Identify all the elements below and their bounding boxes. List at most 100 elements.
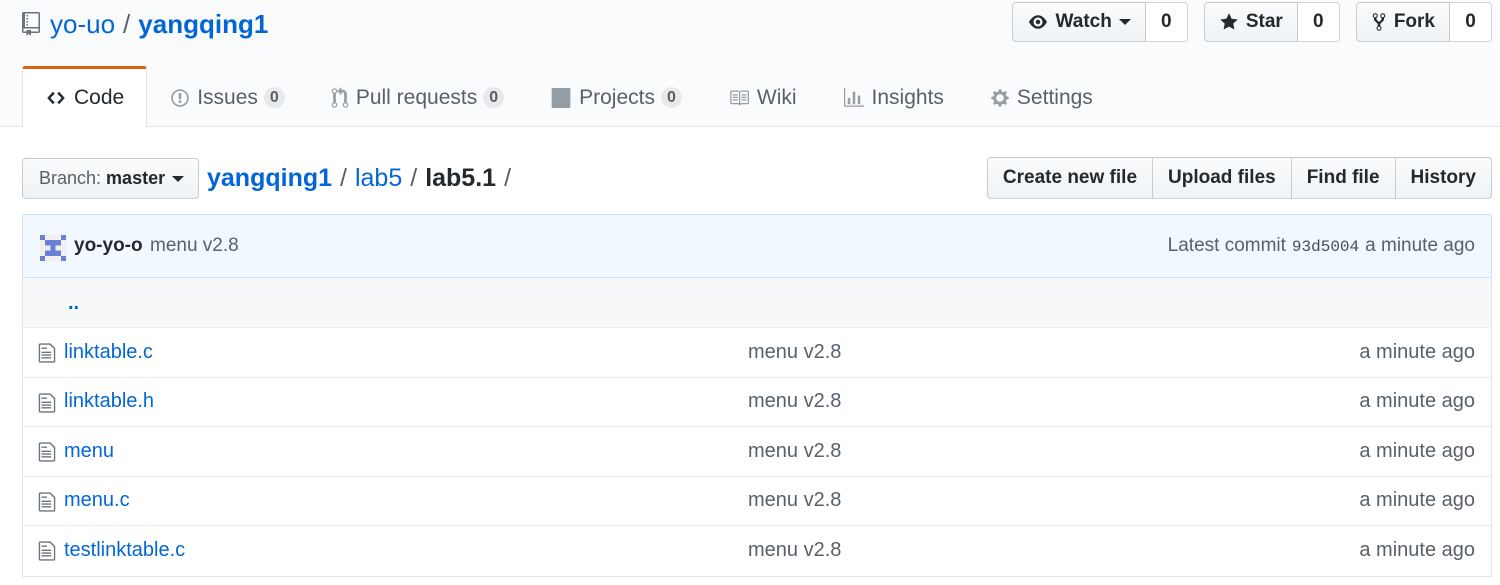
breadcrumb-separator: / — [504, 163, 512, 192]
tab-code-label: Code — [74, 86, 125, 109]
tab-projects-label: Projects — [579, 85, 655, 109]
repo-separator: / — [123, 8, 131, 39]
tab-settings-label: Settings — [1016, 85, 1093, 109]
fork-icon — [1371, 12, 1387, 32]
star-group: Star 0 — [1203, 2, 1340, 42]
fork-group: Fork 0 — [1355, 2, 1492, 42]
fork-label: Fork — [1393, 11, 1435, 32]
commit-age: a minute ago — [1365, 235, 1475, 256]
table-row: linktable.h menu v2.8 a minute ago — [23, 378, 1491, 427]
file-age: a minute ago — [1359, 439, 1475, 462]
repo-header: yo-uo / yangqing1 Watch 0 Star 0 Fork 0 — [0, 0, 1500, 128]
tab-pull-requests-label: Pull requests — [355, 85, 478, 109]
repo-name-link[interactable]: yangqing1 — [138, 9, 268, 40]
tab-insights-label: Insights — [871, 85, 944, 109]
commit-tease: yo-yo-o menu v2.8 Latest commit 93d5004 … — [22, 214, 1492, 278]
file-icon — [38, 541, 56, 561]
issues-counter: 0 — [263, 86, 285, 109]
breadcrumb-root-link[interactable]: yangqing1 — [207, 164, 332, 193]
repo-owner-link[interactable]: yo-uo — [50, 9, 115, 40]
file-commit-message[interactable]: menu v2.8 — [748, 341, 841, 364]
tab-code[interactable]: Code — [22, 66, 148, 128]
file-commit-message[interactable]: menu v2.8 — [748, 489, 841, 512]
branch-select-button[interactable]: Branch: master — [22, 158, 200, 199]
star-icon — [1219, 12, 1239, 32]
gear-icon — [990, 88, 1010, 108]
star-count[interactable]: 0 — [1297, 2, 1340, 42]
file-name-link[interactable]: linktable.c — [64, 341, 153, 364]
latest-commit-label: Latest commit — [1167, 235, 1286, 256]
repo-title: yo-uo / yangqing1 — [22, 6, 268, 42]
upload-files-button[interactable]: Upload files — [1153, 157, 1292, 199]
pull-request-icon — [331, 86, 349, 109]
up-directory-link[interactable]: .. — [68, 292, 79, 315]
projects-counter: 0 — [660, 86, 682, 109]
table-row: menu.c menu v2.8 a minute ago — [23, 477, 1491, 526]
tab-insights[interactable]: Insights — [820, 66, 967, 127]
tab-issues-label: Issues — [197, 85, 258, 109]
tab-pull-requests[interactable]: Pull requests 0 — [308, 66, 527, 127]
table-row: testlinktable.c menu v2.8 a minute ago — [23, 526, 1491, 576]
commit-sha-link[interactable]: 93d5004 — [1292, 238, 1359, 256]
code-icon — [45, 88, 67, 108]
breadcrumb-dir-link[interactable]: lab5 — [355, 164, 402, 193]
tab-issues[interactable]: Issues 0 — [147, 66, 308, 127]
watch-label: Watch — [1055, 11, 1112, 32]
table-row: linktable.c menu v2.8 a minute ago — [23, 328, 1491, 378]
watch-count[interactable]: 0 — [1145, 2, 1188, 42]
breadcrumb-current: lab5.1 — [425, 163, 497, 192]
tab-wiki[interactable]: Wiki — [705, 66, 820, 127]
repo-icon — [22, 12, 40, 36]
star-button[interactable]: Star — [1203, 2, 1298, 42]
eye-icon — [1027, 13, 1049, 31]
file-name-link[interactable]: menu.c — [64, 489, 130, 512]
pull-requests-counter: 0 — [483, 86, 505, 109]
file-age: a minute ago — [1359, 489, 1475, 512]
tab-settings[interactable]: Settings — [967, 66, 1116, 127]
file-icon — [38, 442, 56, 462]
file-actions: Create new file Upload files Find file H… — [986, 157, 1492, 199]
branch-value: master — [106, 168, 166, 188]
file-list: .. linktable.c menu v2.8 a minute ago li… — [22, 278, 1492, 577]
file-commit-message[interactable]: menu v2.8 — [748, 440, 841, 463]
file-icon — [38, 491, 56, 512]
fork-count[interactable]: 0 — [1450, 2, 1492, 42]
fork-button[interactable]: Fork — [1355, 2, 1450, 42]
file-name-link[interactable]: linktable.h — [64, 390, 154, 413]
table-row: menu menu v2.8 a minute ago — [23, 427, 1491, 477]
project-icon — [550, 87, 572, 108]
repo-actions: Watch 0 Star 0 Fork 0 — [1011, 2, 1500, 42]
watch-button[interactable]: Watch — [1011, 2, 1146, 42]
file-navigation: Branch: master yangqing1 / lab5 / lab5.1… — [22, 157, 1492, 199]
file-age: a minute ago — [1359, 340, 1475, 363]
find-file-button[interactable]: Find file — [1291, 157, 1396, 199]
breadcrumb-separator: / — [340, 163, 347, 192]
file-age: a minute ago — [1359, 539, 1475, 562]
watch-group: Watch 0 — [1011, 2, 1188, 42]
file-age: a minute ago — [1359, 390, 1475, 413]
create-new-file-button[interactable]: Create new file — [986, 157, 1154, 199]
repo-nav: Code Issues 0 Pull requests 0 Projects 0… — [22, 66, 1116, 128]
breadcrumb-separator: / — [410, 163, 418, 192]
file-commit-message[interactable]: menu v2.8 — [748, 390, 841, 413]
breadcrumb: yangqing1 / lab5 / lab5.1 / — [207, 161, 519, 195]
chevron-down-icon — [1118, 19, 1131, 25]
history-button[interactable]: History — [1395, 157, 1492, 199]
file-commit-message[interactable]: menu v2.8 — [748, 539, 841, 562]
file-name-link[interactable]: testlinktable.c — [64, 539, 185, 562]
commit-author-link[interactable]: yo-yo-o — [74, 235, 143, 257]
chevron-down-icon — [172, 175, 185, 182]
graph-icon — [843, 87, 865, 108]
branch-label: Branch: — [39, 168, 102, 188]
latest-commit: Latest commit 93d5004 a minute ago — [1168, 235, 1475, 257]
book-icon — [728, 88, 750, 108]
file-name-link[interactable]: menu — [64, 440, 114, 463]
star-label: Star — [1245, 11, 1283, 32]
issue-icon — [170, 88, 190, 108]
avatar[interactable] — [40, 235, 66, 261]
tab-wiki-label: Wiki — [756, 85, 797, 109]
up-directory-row: .. — [23, 278, 1491, 328]
tab-projects[interactable]: Projects 0 — [527, 66, 705, 127]
file-icon — [38, 392, 56, 413]
commit-message-link[interactable]: menu v2.8 — [150, 235, 239, 257]
